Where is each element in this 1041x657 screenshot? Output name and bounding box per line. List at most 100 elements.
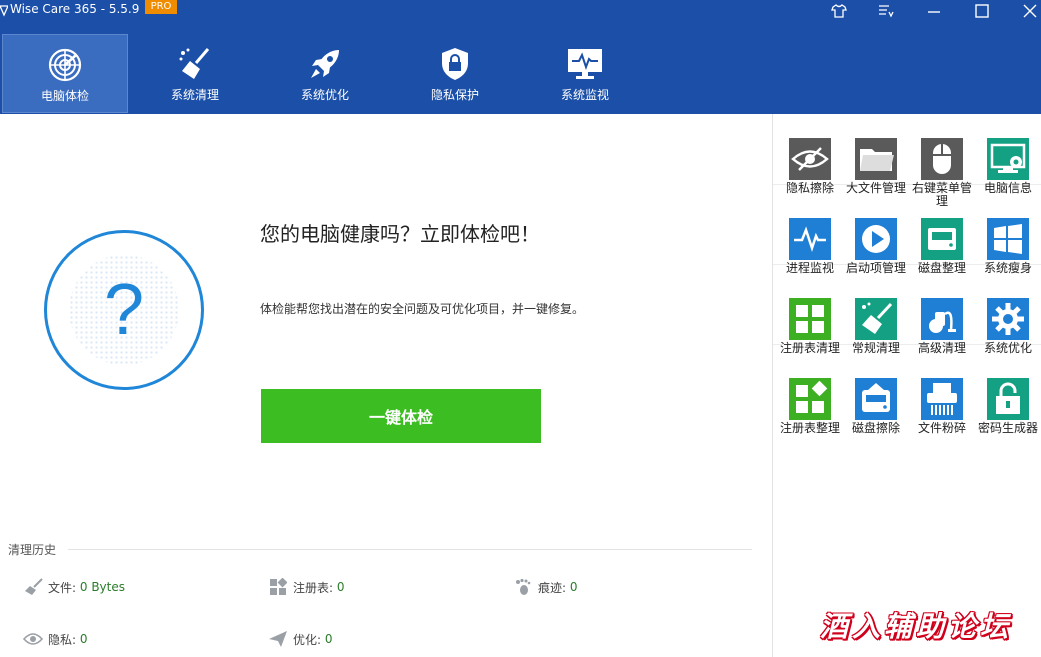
tshirt-icon (831, 4, 847, 18)
tool-windows[interactable]: 系统瘦身 (975, 218, 1041, 298)
footprint-icon (512, 578, 534, 596)
paper-plane-icon (267, 630, 289, 648)
history-label: 隐私: (48, 632, 77, 647)
maximize-button[interactable] (962, 0, 1002, 22)
tool-disk[interactable]: 磁盘整理 (909, 218, 975, 298)
history-value: 0 (324, 632, 333, 646)
tool-label: 系统瘦身 (983, 261, 1032, 275)
tab-privacy[interactable]: 隐私保护 (392, 34, 518, 113)
history-item-optimize: 优化: 0 (267, 630, 333, 648)
tool-gear[interactable]: 系统优化 (975, 298, 1041, 378)
minimize-icon (928, 11, 940, 13)
shield-lock-icon (437, 46, 473, 82)
vacuum-icon (921, 298, 963, 340)
tool-broom[interactable]: 常规清理 (843, 298, 909, 378)
app-logo-icon (0, 3, 10, 17)
history-value: 0 (569, 580, 578, 594)
tool-folder[interactable]: 大文件管理 (843, 138, 909, 218)
tool-vacuum[interactable]: 高级清理 (909, 298, 975, 378)
monitor-pulse-icon (567, 46, 603, 82)
close-icon (1023, 4, 1037, 18)
eye-icon (22, 630, 44, 648)
history-value: 0 (79, 632, 88, 646)
tool-pulse[interactable]: 进程监视 (777, 218, 843, 298)
tool-label: 高级清理 (917, 341, 966, 355)
history-item-registry: 注册表: 0 (267, 578, 345, 596)
tool-mouse[interactable]: 右键菜单管理 (909, 138, 975, 218)
shredder-icon (921, 378, 963, 420)
tool-label: 系统优化 (983, 341, 1032, 355)
tab-label: 系统监视 (560, 88, 609, 102)
tool-label: 密码生成器 (977, 421, 1038, 435)
eye-slash-icon (789, 138, 831, 180)
history-item-privacy: 隐私: 0 (22, 630, 88, 648)
tool-label: 隐私擦除 (785, 181, 834, 195)
mouse-icon (921, 138, 963, 180)
tool-label: 大文件管理 (845, 181, 906, 195)
disk-eraser-icon (855, 378, 897, 420)
app-title: Wise Care 365 - 5.5.9 (10, 2, 140, 16)
top-bar: Wise Care 365 - 5.5.9 PRO 电脑体检 系统清理 系统优化… (0, 0, 1041, 114)
grid-diamond-icon (789, 378, 831, 420)
tool-disk-eraser[interactable]: 磁盘擦除 (843, 378, 909, 458)
history-title: 清理历史 (8, 543, 57, 557)
panel-divider (772, 114, 773, 657)
broom-icon (22, 578, 44, 596)
tool-label: 启动项管理 (845, 261, 906, 275)
tool-shredder[interactable]: 文件粉碎 (909, 378, 975, 458)
history-value: 0 (336, 580, 345, 594)
windows-icon (987, 218, 1029, 260)
tool-label: 注册表整理 (779, 421, 840, 435)
minimize-button[interactable] (914, 0, 954, 22)
grid-icon (789, 298, 831, 340)
tool-label: 进程监视 (785, 261, 834, 275)
forum-watermark: 酒入辅助论坛 (820, 610, 1013, 643)
tab-label: 隐私保护 (430, 88, 479, 102)
pulse-icon (789, 218, 831, 260)
tab-system-optimize[interactable]: 系统优化 (262, 34, 388, 113)
gear-icon (987, 298, 1029, 340)
skin-button[interactable] (819, 0, 859, 22)
tool-label: 右键菜单管理 (911, 181, 972, 208)
history-label: 优化: (293, 632, 322, 647)
padlock-icon (987, 378, 1029, 420)
tool-grid[interactable]: 注册表清理 (777, 298, 843, 378)
history-label: 文件: (48, 580, 77, 595)
disk-icon (921, 218, 963, 260)
history-item-files: 文件: 0 Bytes (22, 578, 125, 596)
history-divider (68, 549, 752, 550)
pro-badge: PRO (145, 0, 177, 14)
history-value: 0 Bytes (79, 580, 125, 594)
tool-grid-diamond[interactable]: 注册表整理 (777, 378, 843, 458)
one-click-check-button[interactable]: 一键体检 (261, 389, 541, 443)
tab-system-monitor[interactable]: 系统监视 (522, 34, 648, 113)
monitor-gear-icon (987, 138, 1029, 180)
play-icon (855, 218, 897, 260)
title-bar: Wise Care 365 - 5.5.9 PRO (0, 0, 1041, 22)
blocks-icon (267, 578, 289, 596)
tab-pc-checkup[interactable]: 电脑体检 (2, 34, 128, 113)
history-item-traces: 痕迹: 0 (512, 578, 578, 596)
menu-button[interactable] (866, 0, 906, 22)
question-mark-icon: ? (103, 270, 145, 350)
history-label: 注册表: (293, 580, 334, 595)
tool-label: 文件粉碎 (917, 421, 966, 435)
history-label: 痕迹: (538, 580, 567, 595)
tool-label: 常规清理 (851, 341, 900, 355)
tab-label: 系统优化 (300, 88, 349, 102)
tool-monitor-gear[interactable]: 电脑信息 (975, 138, 1041, 218)
close-button[interactable] (1010, 0, 1041, 22)
radar-icon (47, 47, 83, 83)
tab-system-clean[interactable]: 系统清理 (132, 34, 258, 113)
tool-label: 电脑信息 (983, 181, 1032, 195)
tool-padlock[interactable]: 密码生成器 (975, 378, 1041, 458)
tool-label: 注册表清理 (779, 341, 840, 355)
folder-icon (855, 138, 897, 180)
maximize-icon (975, 4, 989, 18)
menu-list-icon (879, 5, 894, 18)
tool-eye-slash[interactable]: 隐私擦除 (777, 138, 843, 218)
broom-icon (855, 298, 897, 340)
page-headline: 您的电脑健康吗？立即体检吧！ (260, 222, 540, 246)
tab-label: 电脑体检 (40, 89, 89, 103)
tool-play[interactable]: 启动项管理 (843, 218, 909, 298)
